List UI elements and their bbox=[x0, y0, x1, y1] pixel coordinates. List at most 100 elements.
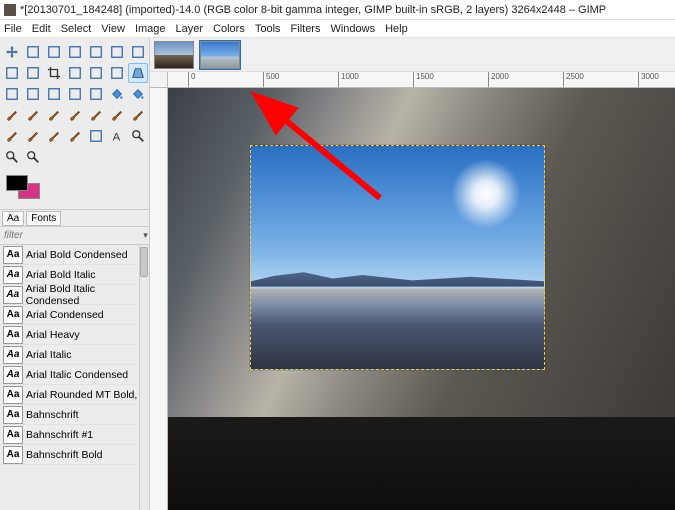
rotate-tool[interactable] bbox=[65, 63, 85, 83]
font-row[interactable]: AaBahnschrift #1 bbox=[0, 425, 149, 445]
by-color-select-tool[interactable] bbox=[128, 42, 148, 62]
menu-image[interactable]: Image bbox=[135, 23, 166, 35]
shear-tool[interactable] bbox=[107, 63, 127, 83]
font-row[interactable]: AaArial Bold Condensed bbox=[0, 245, 149, 265]
dodge-burn-tool[interactable] bbox=[65, 126, 85, 146]
font-scrollbar[interactable] bbox=[139, 245, 149, 510]
move-tool[interactable] bbox=[2, 42, 22, 62]
scale-tool[interactable] bbox=[86, 63, 106, 83]
fonts-label-tab[interactable]: Fonts bbox=[26, 211, 61, 226]
canvas-bg-water bbox=[168, 417, 675, 510]
text-tool[interactable]: A bbox=[107, 126, 127, 146]
warp-tool[interactable] bbox=[86, 84, 106, 104]
image-thumb-1[interactable] bbox=[154, 41, 194, 69]
pencil-tool[interactable] bbox=[2, 105, 22, 125]
canvas-area: 050010001500200025003000 bbox=[150, 38, 675, 510]
ruler-tick: 2000 bbox=[488, 72, 509, 88]
bucket-fill-tool[interactable] bbox=[107, 84, 127, 104]
fg-color-swatch[interactable] bbox=[6, 175, 28, 191]
zoom-tool[interactable] bbox=[23, 147, 43, 167]
font-sample-icon: Aa bbox=[3, 266, 23, 284]
font-row[interactable]: AaArial Heavy bbox=[0, 325, 149, 345]
color-picker-tool[interactable] bbox=[128, 126, 148, 146]
app-icon bbox=[4, 4, 16, 16]
free-select-tool[interactable] bbox=[86, 42, 106, 62]
cage-tool[interactable] bbox=[65, 84, 85, 104]
font-row[interactable]: AaBahnschrift bbox=[0, 405, 149, 425]
menu-edit[interactable]: Edit bbox=[32, 23, 51, 35]
handle-transform-tool[interactable] bbox=[23, 84, 43, 104]
font-sample-icon: Aa bbox=[3, 446, 23, 464]
menu-layer[interactable]: Layer bbox=[176, 23, 204, 35]
font-row[interactable]: AaArial Italic Condensed bbox=[0, 365, 149, 385]
font-name: Bahnschrift #1 bbox=[26, 429, 93, 441]
image-thumb-2[interactable] bbox=[200, 41, 240, 69]
ellipse-select-tool[interactable] bbox=[65, 42, 85, 62]
font-row[interactable]: AaArial Bold Italic Condensed bbox=[0, 285, 149, 305]
scissors-select-tool[interactable] bbox=[2, 63, 22, 83]
ruler-tick: 2500 bbox=[563, 72, 584, 88]
font-name: Arial Bold Italic bbox=[26, 269, 95, 281]
fonts-tab[interactable]: Aa bbox=[2, 211, 24, 226]
font-name: Arial Rounded MT Bold, bbox=[26, 389, 137, 401]
menu-windows[interactable]: Windows bbox=[330, 23, 375, 35]
font-name: Arial Italic bbox=[26, 349, 72, 361]
gradient-tool[interactable] bbox=[128, 84, 148, 104]
font-row[interactable]: AaArial Italic bbox=[0, 345, 149, 365]
dock-tabs: Aa Fonts bbox=[0, 209, 149, 227]
font-name: Arial Italic Condensed bbox=[26, 369, 128, 381]
menu-colors[interactable]: Colors bbox=[213, 23, 245, 35]
canvas-viewport[interactable] bbox=[168, 88, 675, 510]
left-panel: A Aa Fonts ▾ AaArial Bold CondensedAaAri… bbox=[0, 38, 150, 510]
flip-tool[interactable] bbox=[44, 84, 64, 104]
heal-tool[interactable] bbox=[2, 126, 22, 146]
font-name: Bahnschrift Bold bbox=[26, 449, 102, 461]
menu-select[interactable]: Select bbox=[61, 23, 92, 35]
font-name: Arial Condensed bbox=[26, 309, 104, 321]
clone-tool[interactable] bbox=[128, 105, 148, 125]
fuzzy-select-tool[interactable] bbox=[107, 42, 127, 62]
font-sample-icon: Aa bbox=[3, 306, 23, 324]
ink-tool[interactable] bbox=[86, 105, 106, 125]
align-tool[interactable] bbox=[23, 42, 43, 62]
blur-tool[interactable] bbox=[44, 126, 64, 146]
menu-view[interactable]: View bbox=[101, 23, 125, 35]
font-filter-row: ▾ bbox=[0, 227, 149, 245]
menu-tools[interactable]: Tools bbox=[255, 23, 281, 35]
menu-filters[interactable]: Filters bbox=[291, 23, 321, 35]
airbrush-tool[interactable] bbox=[65, 105, 85, 125]
font-row[interactable]: AaArial Condensed bbox=[0, 305, 149, 325]
crop-tool[interactable] bbox=[44, 63, 64, 83]
perspective-tool[interactable] bbox=[128, 63, 148, 83]
font-name: Bahnschrift bbox=[26, 409, 79, 421]
ruler-corner bbox=[150, 72, 168, 88]
fg-bg-swatch[interactable] bbox=[0, 169, 149, 209]
svg-text:A: A bbox=[113, 131, 121, 143]
font-name: Arial Bold Italic Condensed bbox=[26, 283, 149, 307]
font-name: Arial Bold Condensed bbox=[26, 249, 128, 261]
font-row[interactable]: AaArial Rounded MT Bold, bbox=[0, 385, 149, 405]
mypaint-brush-tool[interactable] bbox=[107, 105, 127, 125]
menu-file[interactable]: File bbox=[4, 23, 22, 35]
measure-tool[interactable] bbox=[2, 147, 22, 167]
font-row[interactable]: AaBahnschrift Bold bbox=[0, 445, 149, 465]
window-title: *[20130701_184248] (imported)-14.0 (RGB … bbox=[20, 4, 606, 16]
floating-selection[interactable] bbox=[250, 145, 545, 370]
menu-bar: File Edit Select View Image Layer Colors… bbox=[0, 20, 675, 38]
filter-dropdown-icon[interactable]: ▾ bbox=[142, 230, 149, 241]
font-name: Arial Heavy bbox=[26, 329, 80, 341]
unified-transform-tool[interactable] bbox=[2, 84, 22, 104]
paintbrush-tool[interactable] bbox=[23, 105, 43, 125]
smudge-tool[interactable] bbox=[23, 126, 43, 146]
menu-help[interactable]: Help bbox=[385, 23, 408, 35]
font-filter-input[interactable] bbox=[0, 228, 142, 243]
font-sample-icon: Aa bbox=[3, 426, 23, 444]
eraser-tool[interactable] bbox=[44, 105, 64, 125]
toolbox: A bbox=[0, 38, 149, 169]
font-scrollbar-thumb[interactable] bbox=[140, 247, 148, 277]
path-tool[interactable] bbox=[86, 126, 106, 146]
ruler-tick: 3000 bbox=[638, 72, 659, 88]
foreground-select-tool[interactable] bbox=[23, 63, 43, 83]
font-sample-icon: Aa bbox=[3, 386, 23, 404]
rect-select-tool[interactable] bbox=[44, 42, 64, 62]
